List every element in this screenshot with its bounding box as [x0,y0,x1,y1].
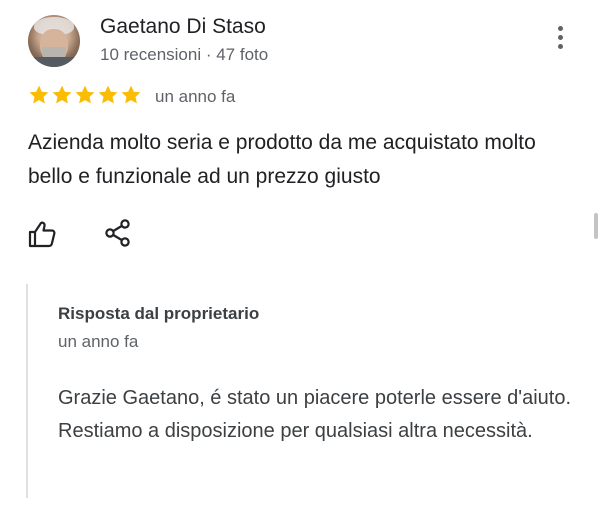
star-icon [75,85,95,104]
owner-reply-title: Risposta dal proprietario [58,304,260,323]
star-icon [98,85,118,104]
more-vert-icon[interactable] [550,26,570,54]
star-rating [28,84,142,106]
owner-reply: Risposta dal proprietario un anno fa Gra… [26,284,588,498]
author-meta: 10 recensioni · 47 foto [100,45,269,64]
star-icon [52,85,72,104]
owner-reply-date: un anno fa [58,332,139,351]
author-name[interactable]: Gaetano Di Staso [100,15,266,39]
avatar-shirt [28,57,80,67]
review-date: un anno fa [155,87,236,106]
scrollbar-thumb[interactable] [594,213,598,239]
share-icon[interactable] [104,218,132,248]
thumb-up-icon[interactable] [27,219,57,249]
avatar[interactable] [28,15,80,67]
star-icon [29,85,49,104]
review-text: Azienda molto seria e prodotto da me acq… [28,131,536,188]
star-icon [121,85,141,104]
owner-reply-text: Grazie Gaetano, é stato un piacere poter… [58,387,572,442]
